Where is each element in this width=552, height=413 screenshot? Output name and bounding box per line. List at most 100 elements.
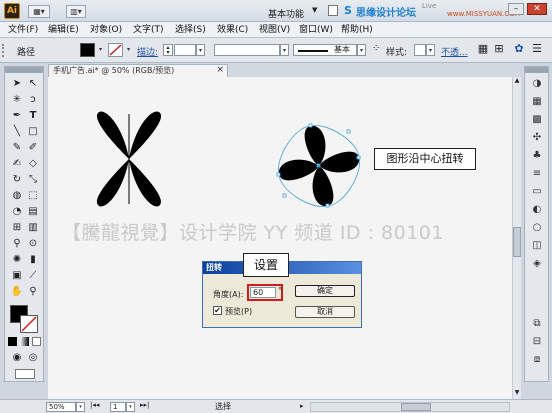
menu-help[interactable]: 帮助(H) [341,22,373,38]
document-close-icon[interactable]: × [216,65,224,76]
symbols-panel-icon[interactable]: ♣ [530,149,544,163]
zoom-tool-icon[interactable]: ⚲ [26,285,40,299]
menu-window[interactable]: 窗口(W) [299,22,333,38]
artboards-panel-icon[interactable]: ⧉ [530,317,544,331]
page-input[interactable]: 1 [110,402,126,412]
artboard-canvas[interactable]: 【騰龍視覺】设计学院 YY 频道 ID : 80101 图形沿中心扭转 设置 [48,77,512,399]
slice-tool-icon[interactable]: ⟋ [26,269,40,283]
draw-behind-icon[interactable]: ◎ [26,351,40,365]
line-tool-icon[interactable]: ╲ [10,125,24,139]
graphic-style-dropdown-icon[interactable]: ▾ [426,44,435,56]
hand-tool-icon[interactable]: ✋ [10,285,24,299]
graphic-style-swatch[interactable] [414,44,426,56]
menu-select[interactable]: 选择(S) [175,22,206,38]
brush-select[interactable]: 基本 [293,44,357,56]
column-graph-tool-icon[interactable]: ▮ [26,253,40,267]
menu-effect[interactable]: 效果(C) [217,22,248,38]
direct-selection-tool-icon[interactable]: ↖ [26,77,40,91]
horizontal-scrollbar[interactable] [310,402,510,412]
ok-button[interactable]: 确定 [295,285,355,297]
vertical-scrollbar[interactable]: ▲ ▼ [512,77,521,399]
panel-menu-icon[interactable]: ☰ [530,42,544,56]
appearance-panel-icon[interactable]: ○ [530,221,544,235]
recolor-icon[interactable]: ✿ [512,42,526,56]
last-page-icon[interactable]: ▸▸| [140,401,149,409]
menu-type[interactable]: 文字(T) [133,22,164,38]
symbol-sprayer-tool-icon[interactable]: ✺ [10,253,24,267]
opacity-label[interactable]: 不透... [441,45,468,58]
zoom-input[interactable]: 50% [46,402,76,412]
none-mode-icon[interactable] [32,337,41,346]
color-mode-icon[interactable] [8,337,17,346]
menu-edit[interactable]: 编辑(E) [48,22,79,38]
menu-object[interactable]: 对象(O) [90,22,122,38]
lasso-tool-icon[interactable]: ↄ [26,93,40,107]
free-transform-tool-icon[interactable]: ⬚ [26,189,40,203]
gradient-mode-icon[interactable] [20,337,29,346]
stroke-weight-input[interactable] [174,44,196,56]
blend-tool-icon[interactable]: ⊙ [26,237,40,251]
scroll-down-icon[interactable]: ▼ [513,389,521,397]
close-icon[interactable]: ✕ [527,3,547,15]
graphic-styles-panel-icon[interactable]: ◫ [530,239,544,253]
status-menu-icon[interactable]: ▸ [300,402,304,410]
stroke-dropdown-icon[interactable]: ▾ [124,44,133,55]
draw-normal-icon[interactable]: ◉ [10,351,24,365]
rotate-tool-icon[interactable]: ↻ [10,173,24,187]
scroll-thumb[interactable] [513,227,521,257]
align-icon[interactable]: ▦ [476,42,490,56]
workspace-dropdown-icon[interactable]: ▼ [312,6,317,14]
preview-label[interactable]: 预览(P) [225,306,252,317]
stroke-weight-dropdown-icon[interactable]: ▾ [196,44,205,56]
menu-view[interactable]: 视图(V) [259,22,290,38]
transform-icon[interactable]: ⊞ [492,42,506,56]
type-tool-icon[interactable]: T [26,109,40,123]
dock-header[interactable] [525,67,548,73]
pencil-tool-icon[interactable]: ✐ [26,141,40,155]
document-tab[interactable]: 手机广告.ai* @ 50% (RGB/预览) × [48,64,228,77]
eraser-tool-icon[interactable]: ◇ [26,157,40,171]
cancel-button[interactable]: 取消 [295,306,355,318]
screen-mode-icon[interactable] [15,369,35,379]
transparency-panel-icon[interactable]: ◐ [530,203,544,217]
artboard-tool-icon[interactable]: ▣ [10,269,24,283]
perspective-grid-tool-icon[interactable]: ▤ [26,205,40,219]
magic-wand-tool-icon[interactable]: ✳ [10,93,24,107]
swatches-panel-icon[interactable]: ▩ [530,113,544,127]
blob-brush-tool-icon[interactable]: ✍ [10,157,24,171]
pathfinder-panel-icon[interactable]: ⧈ [530,353,544,367]
selection-tool-icon[interactable]: ➤ [10,77,24,91]
color-panel-icon[interactable]: ◑ [530,77,544,91]
stroke-panel-icon[interactable]: ≡ [530,167,544,181]
stroke-label[interactable]: 描边: [137,45,158,58]
brush-dropdown-icon[interactable]: ▾ [357,44,366,56]
gradient-panel-icon[interactable]: ▭ [530,185,544,199]
page-dropdown-icon[interactable]: ▾ [126,402,135,412]
stroke-color-swatch[interactable] [20,315,38,333]
arrange-documents-button[interactable]: ▥▾ [66,5,86,18]
menu-file[interactable]: 文件(F) [8,22,38,38]
zoom-dropdown-icon[interactable]: ▾ [76,402,85,412]
workspace-label[interactable]: 基本功能 [268,7,304,20]
search-icon[interactable] [328,5,338,16]
brushes-panel-icon[interactable]: ✣ [530,131,544,145]
eyedropper-tool-icon[interactable]: ⚲ [10,237,24,251]
warp-tool-icon[interactable]: ◍ [10,189,24,203]
first-page-icon[interactable]: |◂◂ [90,401,99,409]
scale-tool-icon[interactable]: ⤡ [26,173,40,187]
angle-input[interactable]: 60 [250,287,276,298]
variable-width-dropdown-icon[interactable]: ▾ [280,44,289,56]
pen-tool-icon[interactable]: ✒ [10,109,24,123]
rectangle-tool-icon[interactable]: □ [26,125,40,139]
tools-panel-header[interactable] [5,67,43,73]
align-panel-icon[interactable]: ⊟ [530,335,544,349]
scroll-up-icon[interactable]: ▲ [513,77,521,85]
variable-width-select[interactable] [214,44,280,56]
fill-dropdown-icon[interactable]: ▾ [96,44,105,55]
gradient-tool-icon[interactable]: ▥ [26,221,40,235]
stroke-swatch[interactable] [108,43,123,57]
live-label[interactable]: Live [422,2,436,10]
fill-swatch[interactable] [80,43,95,57]
paintbrush-tool-icon[interactable]: ✎ [10,141,24,155]
horizontal-scroll-thumb[interactable] [401,403,431,411]
